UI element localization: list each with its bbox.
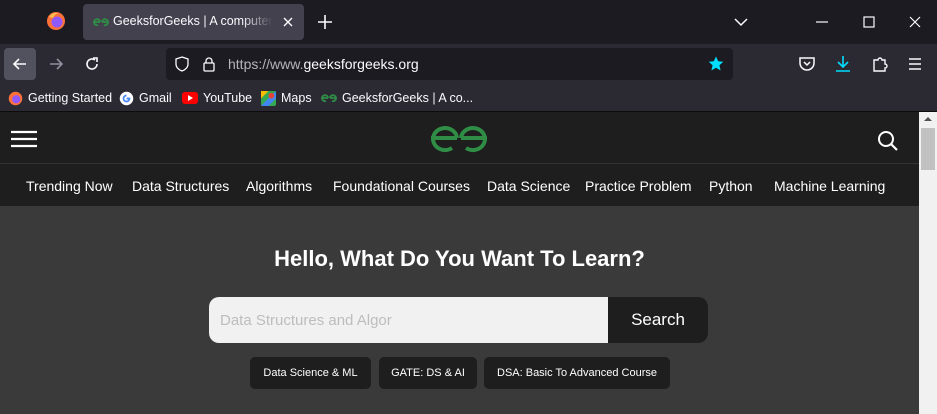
- lock-icon[interactable]: [202, 56, 216, 72]
- chip-data-science-ml[interactable]: Data Science & ML: [250, 357, 371, 389]
- bookmark-star-icon[interactable]: [707, 55, 725, 73]
- bookmarks-toolbar: Getting Started Gmail YouTube Maps Geeks…: [0, 84, 937, 112]
- bookmark-label: GeeksforGeeks | A co...: [342, 91, 474, 105]
- window-minimize-icon[interactable]: [813, 13, 831, 31]
- firefox-icon: [8, 91, 23, 105]
- site-menu-hamburger-icon[interactable]: [11, 130, 37, 148]
- window-maximize-icon[interactable]: [860, 13, 878, 31]
- app-menu-hamburger-icon[interactable]: [905, 54, 925, 74]
- bookmark-geeksforgeeks[interactable]: GeeksforGeeks | A co...: [321, 89, 473, 107]
- bookmark-getting-started[interactable]: Getting Started: [8, 89, 112, 107]
- active-tab[interactable]: GeeksforGeeks | A computer science porta…: [83, 4, 304, 40]
- extensions-puzzle-icon[interactable]: [870, 54, 890, 74]
- hero-heading: Hello, What Do You Want To Learn?: [274, 246, 645, 271]
- window-close-icon[interactable]: [906, 13, 924, 31]
- forward-button[interactable]: [40, 48, 72, 80]
- hero-search-box: Search: [209, 297, 708, 343]
- bookmark-label: Gmail: [139, 91, 172, 105]
- tab-strip: GeeksforGeeks | A computer science porta…: [0, 0, 937, 44]
- maps-icon: [261, 90, 276, 106]
- scrollbar-thumb[interactable]: [921, 128, 935, 170]
- web-page: Trending Now Data Structures Algorithms …: [0, 112, 919, 414]
- nav-python[interactable]: Python: [709, 178, 753, 194]
- back-button[interactable]: [4, 48, 36, 80]
- nav-data-science[interactable]: Data Science: [487, 178, 570, 194]
- bookmark-label: Getting Started: [28, 91, 113, 105]
- url-text[interactable]: https://www.geeksforgeeks.org: [228, 56, 419, 72]
- nav-algorithms[interactable]: Algorithms: [246, 178, 312, 194]
- hero-search-input[interactable]: [209, 297, 609, 343]
- back-arrow-icon: [12, 58, 26, 70]
- tab-title: GeeksforGeeks | A computer science porta…: [113, 14, 273, 28]
- downloads-icon[interactable]: [833, 54, 853, 74]
- reload-icon: [86, 57, 98, 70]
- page-scrollbar[interactable]: [919, 112, 937, 414]
- gfg-favicon-icon: [93, 15, 109, 29]
- nav-trending-now[interactable]: Trending Now: [26, 178, 113, 194]
- hero-search-button[interactable]: Search: [608, 297, 708, 343]
- nav-practice-problem[interactable]: Practice Problem: [585, 178, 692, 194]
- gfg-icon: [321, 94, 337, 103]
- bookmark-maps[interactable]: Maps: [261, 89, 312, 107]
- url-scheme: https://www.: [228, 56, 304, 72]
- youtube-icon: [182, 92, 198, 104]
- site-search-icon[interactable]: [877, 130, 899, 152]
- bookmark-label: Maps: [281, 91, 312, 105]
- bookmark-gmail[interactable]: Gmail: [119, 89, 172, 107]
- nav-foundational-courses[interactable]: Foundational Courses: [333, 178, 470, 194]
- url-bar[interactable]: https://www.geeksforgeeks.org: [166, 48, 733, 80]
- nav-machine-learning[interactable]: Machine Learning: [774, 178, 885, 194]
- reload-button[interactable]: [76, 48, 108, 80]
- tab-close-icon[interactable]: [281, 15, 295, 29]
- forward-arrow-icon: [50, 58, 64, 70]
- google-icon: [119, 91, 134, 105]
- chip-gate-ds-ai[interactable]: GATE: DS & AI: [379, 357, 477, 389]
- geeksforgeeks-logo-icon[interactable]: [428, 123, 490, 153]
- pocket-icon[interactable]: [797, 54, 817, 74]
- url-host: geeksforgeeks.org: [303, 56, 419, 72]
- scroll-up-arrow-icon[interactable]: [919, 112, 937, 126]
- nav-data-structures[interactable]: Data Structures: [132, 178, 229, 194]
- site-category-nav: Trending Now Data Structures Algorithms …: [0, 163, 919, 206]
- chip-dsa-basic-to-advanced[interactable]: DSA: Basic To Advanced Course: [484, 357, 670, 389]
- site-header: [0, 112, 919, 163]
- bookmark-youtube[interactable]: YouTube: [182, 89, 252, 107]
- list-all-tabs-chevron-icon[interactable]: [731, 13, 751, 31]
- navigation-toolbar: https://www.geeksforgeeks.org: [0, 44, 937, 84]
- bookmark-label: YouTube: [203, 91, 253, 105]
- tracking-protection-shield-icon[interactable]: [174, 56, 190, 72]
- new-tab-plus-icon[interactable]: [315, 12, 335, 32]
- firefox-logo-icon[interactable]: [46, 11, 66, 31]
